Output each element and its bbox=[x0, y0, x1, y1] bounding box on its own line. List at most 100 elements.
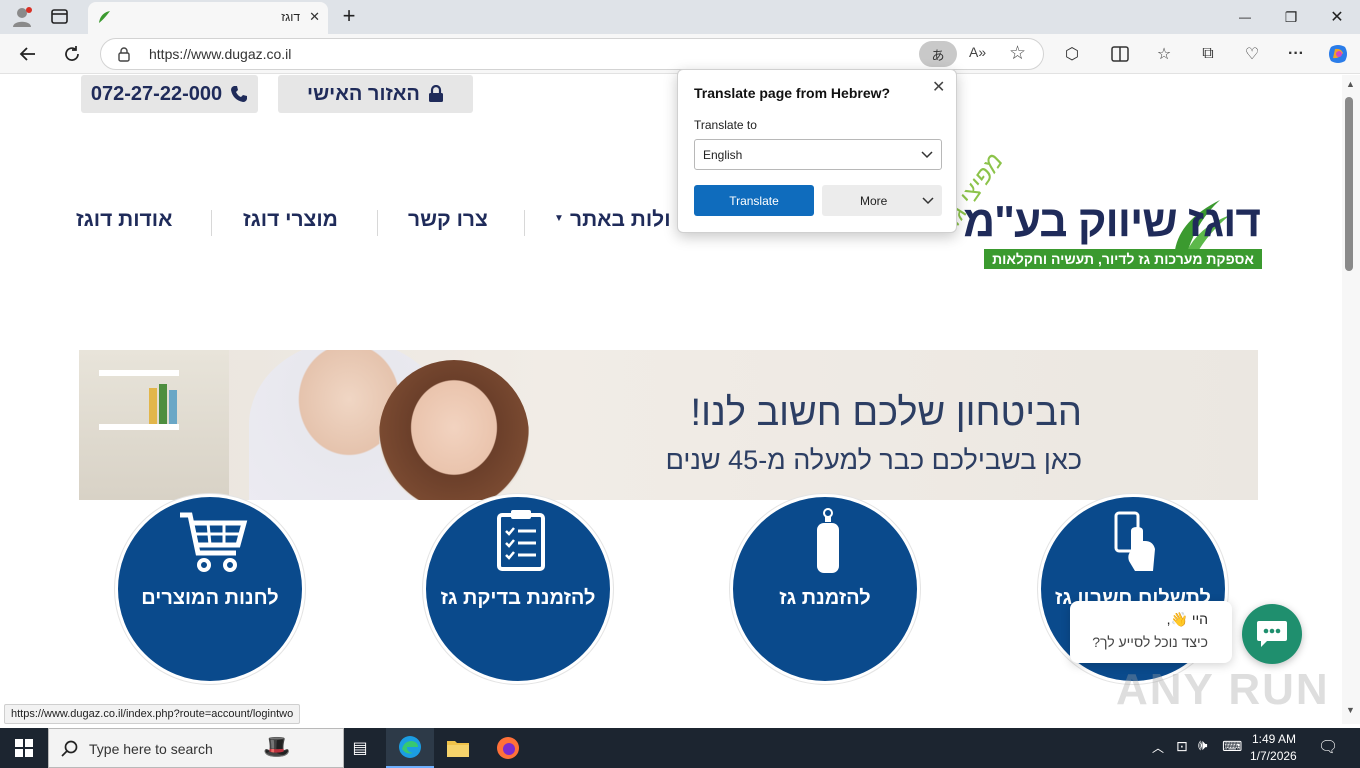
clock-time[interactable]: 1:49 AM bbox=[1252, 732, 1296, 746]
edge-taskbar-app[interactable] bbox=[386, 728, 434, 768]
screen: דוגז ✕ + — ❐ ✕ https://www.dugaz.co.il あ… bbox=[0, 0, 1360, 768]
taskbar-search[interactable]: Type here to search 🎩 bbox=[48, 728, 344, 768]
copilot-icon[interactable] bbox=[1324, 40, 1352, 68]
tab-title: דוגז bbox=[281, 10, 300, 24]
firefox-taskbar-app[interactable] bbox=[484, 728, 532, 768]
gas-inspection-circle-button[interactable]: להזמנת בדיקת גז bbox=[423, 494, 613, 684]
language-select-value: English bbox=[703, 148, 743, 162]
chat-launcher-button[interactable] bbox=[1242, 604, 1302, 664]
scroll-down-arrow-icon[interactable]: ▼ bbox=[1346, 705, 1355, 715]
input-indicator-icon[interactable]: ⌨ bbox=[1222, 738, 1242, 755]
banner-headline: הביטחון שלכם חשוב לנו! bbox=[690, 392, 1082, 434]
file-explorer-taskbar-app[interactable] bbox=[434, 728, 482, 768]
girl-image bbox=[379, 360, 529, 500]
hand-card-icon bbox=[1114, 511, 1155, 571]
personal-area-button[interactable]: האזור האישי bbox=[278, 75, 473, 113]
windows-taskbar: Type here to search 🎩 ▤ ︿ ⊡ 🕪 ⌨ 1:49 AM … bbox=[0, 728, 1360, 768]
scrollbar-thumb[interactable] bbox=[1345, 97, 1353, 271]
firefox-icon bbox=[497, 737, 519, 759]
gas-order-circle-button[interactable]: להזמנת גז bbox=[730, 494, 920, 684]
new-tab-button[interactable]: + bbox=[338, 3, 360, 29]
address-bar[interactable]: https://www.dugaz.co.il あ A» ☆ bbox=[100, 38, 1044, 70]
gas-cylinder-icon bbox=[817, 508, 839, 573]
favicon-leaf-icon bbox=[96, 9, 112, 25]
edge-icon bbox=[399, 736, 421, 758]
url-text[interactable]: https://www.dugaz.co.il bbox=[149, 46, 291, 62]
search-icon bbox=[61, 740, 78, 757]
nav-divider bbox=[524, 210, 525, 236]
bookshelf-image bbox=[79, 350, 229, 500]
web-page: 072-27-22-000 האזור האישי אודות דוגז מוצ… bbox=[4, 75, 1342, 724]
refresh-icon[interactable] bbox=[58, 40, 86, 68]
translate-popup: Translate page from Hebrew? ✕ Translate … bbox=[677, 69, 957, 233]
minimize-button[interactable]: — bbox=[1222, 0, 1268, 34]
phone-icon bbox=[231, 86, 248, 102]
gas-inspection-circle-label: להזמנת בדיקת גז bbox=[440, 587, 596, 609]
store-circle-label: לחנות המוצרים bbox=[141, 587, 279, 609]
translate-icon[interactable]: あ bbox=[919, 41, 957, 67]
translate-popup-title: Translate page from Hebrew? bbox=[694, 85, 891, 101]
personal-area-label: האזור האישי bbox=[307, 82, 420, 105]
chat-dots-icon bbox=[1257, 621, 1287, 647]
profile-avatar[interactable] bbox=[10, 6, 34, 28]
nav-dropdown-caret-icon[interactable]: ▼ bbox=[554, 213, 564, 224]
translate-popup-close-icon[interactable]: ✕ bbox=[932, 77, 945, 97]
favorites-icon[interactable]: ☆ bbox=[1150, 40, 1178, 68]
nav-site-actions[interactable]: ולות באתר bbox=[570, 208, 671, 232]
close-window-button[interactable]: ✕ bbox=[1314, 0, 1360, 34]
store-circle-button[interactable]: לחנות המוצרים bbox=[115, 494, 305, 684]
nav-products[interactable]: מוצרי דוגז bbox=[243, 208, 338, 232]
language-select[interactable]: English bbox=[694, 139, 942, 170]
banner-subline: כאן בשבילכם כבר למעלה מ-45 שנים bbox=[665, 445, 1082, 475]
nav-divider bbox=[211, 210, 212, 236]
tab-strip: דוגז ✕ + — ❐ ✕ bbox=[0, 0, 1360, 34]
hero-banner: הביטחון שלכם חשוב לנו! כאן בשבילכם כבר ל… bbox=[79, 350, 1258, 500]
notification-icon[interactable]: 🗨 bbox=[1318, 737, 1338, 757]
search-placeholder: Type here to search bbox=[89, 741, 213, 757]
favorite-star-icon[interactable]: ☆ bbox=[1009, 42, 1026, 65]
collections-icon[interactable]: ⧉ bbox=[1194, 40, 1222, 68]
active-tab[interactable]: דוגז ✕ bbox=[88, 2, 328, 34]
start-button[interactable] bbox=[0, 728, 48, 768]
task-view-button[interactable]: ▤ bbox=[336, 728, 384, 768]
lock-icon bbox=[428, 85, 443, 102]
nav-about[interactable]: אודות דוגז bbox=[76, 208, 172, 232]
more-button[interactable]: More bbox=[822, 185, 942, 216]
split-screen-icon[interactable] bbox=[1106, 40, 1134, 68]
back-arrow-icon[interactable] bbox=[14, 40, 42, 68]
scroll-up-arrow-icon[interactable]: ▲ bbox=[1346, 79, 1355, 89]
extensions-icon[interactable]: ⬡ bbox=[1058, 40, 1086, 68]
chat-bubble[interactable]: היי 👋, כיצד נוכל לסייע לך? bbox=[1070, 601, 1232, 663]
translate-to-label: Translate to bbox=[694, 118, 757, 132]
translate-button[interactable]: Translate bbox=[694, 185, 814, 216]
logo-name: דוגז שיווק בע"מ bbox=[963, 197, 1261, 246]
company-logo[interactable]: מפיצי גז דוגז שיווק בע"מ אספקת מערכות גז… bbox=[930, 145, 1270, 345]
chat-greeting: היי 👋, bbox=[1166, 611, 1208, 627]
show-hidden-icons-chevron[interactable]: ︿ bbox=[1152, 739, 1164, 756]
browser-essentials-icon[interactable]: ♡ bbox=[1238, 40, 1266, 68]
lock-icon[interactable] bbox=[117, 46, 131, 62]
chevron-down-icon bbox=[922, 197, 934, 205]
phone-button[interactable]: 072-27-22-000 bbox=[81, 75, 258, 113]
windows-logo-icon bbox=[15, 739, 33, 757]
chat-question: כיצד נוכל לסייע לך? bbox=[1092, 634, 1208, 650]
volume-icon[interactable]: 🕪 bbox=[1198, 737, 1207, 754]
chevron-down-icon bbox=[921, 151, 933, 159]
nav-contact[interactable]: צרו קשר bbox=[408, 208, 488, 232]
more-button-label: More bbox=[860, 194, 888, 208]
tab-actions-icon[interactable] bbox=[50, 8, 70, 26]
restore-button[interactable]: ❐ bbox=[1268, 0, 1314, 34]
network-icon[interactable]: ⊡ bbox=[1176, 738, 1188, 755]
shopping-cart-icon bbox=[180, 512, 248, 572]
more-menu-icon[interactable]: ··· bbox=[1282, 40, 1310, 68]
read-aloud-icon[interactable]: A» bbox=[969, 44, 986, 60]
folder-icon bbox=[447, 741, 469, 757]
nav-divider bbox=[377, 210, 378, 236]
clipboard-checklist-icon bbox=[497, 510, 545, 571]
gas-order-circle-label: להזמנת גז bbox=[779, 587, 871, 609]
clock-date[interactable]: 1/7/2026 bbox=[1250, 749, 1297, 763]
page-scrollbar[interactable]: ▲ ▼ bbox=[1342, 75, 1360, 724]
anyrun-watermark: ANY RUN bbox=[1116, 665, 1330, 714]
phone-number: 072-27-22-000 bbox=[90, 82, 223, 105]
tab-close-icon[interactable]: ✕ bbox=[309, 9, 320, 25]
